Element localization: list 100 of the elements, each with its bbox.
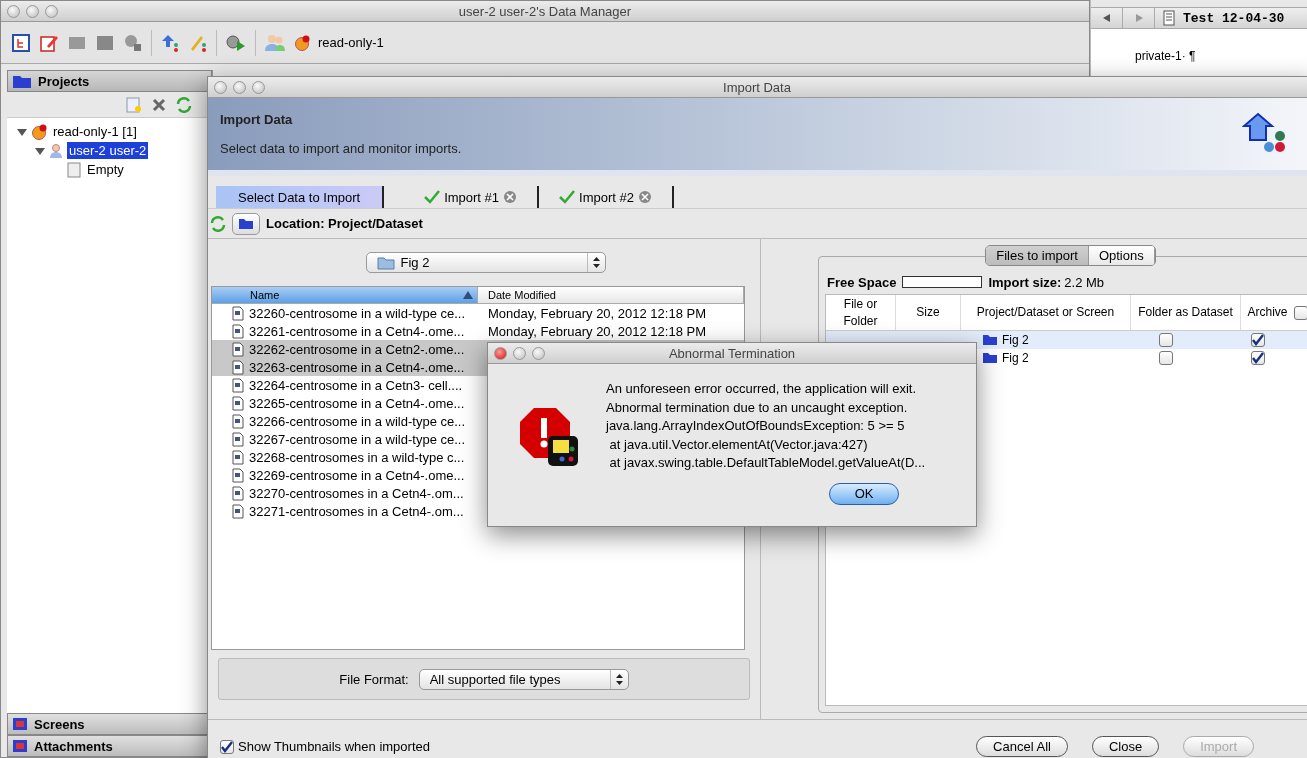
tree-item[interactable]: user-2 user-2	[67, 142, 149, 159]
header-title: Import Data	[220, 112, 294, 127]
project-name: Fig 2	[1002, 351, 1029, 365]
import-size: 2.2 Mb	[1064, 274, 1105, 290]
segment-tab[interactable]: Options	[1088, 246, 1155, 265]
file-name: 32262-centrosome in a Cetn2-.ome...	[249, 341, 465, 357]
column-header[interactable]: Project/Dataset or Screen	[961, 295, 1131, 330]
column-header[interactable]: Size	[896, 295, 961, 330]
file-name: 32263-centrosome in a Cetn4-.ome...	[249, 359, 465, 375]
refresh-icon[interactable]	[210, 215, 226, 232]
panel-icon	[12, 717, 28, 731]
dialog-button[interactable]: Close	[1091, 736, 1160, 757]
file-icon	[232, 467, 244, 483]
archive-checkbox[interactable]	[1251, 333, 1265, 347]
close-button[interactable]	[214, 80, 227, 94]
group-icon	[31, 123, 47, 140]
file-icon	[232, 359, 244, 375]
location-label: Location: Project/Dataset	[266, 216, 423, 231]
column-header[interactable]: File or Folder	[826, 295, 896, 330]
close-button[interactable]	[494, 346, 507, 360]
folder-button[interactable]	[232, 212, 260, 235]
tree-view-icon[interactable]	[11, 32, 31, 53]
header-subtitle: Select data to import and monitor imports.	[220, 141, 463, 156]
right-arrow-icon	[1134, 14, 1143, 22]
delete-icon[interactable]	[152, 97, 166, 112]
folder-as-dataset-checkbox[interactable]	[1159, 351, 1173, 365]
close-icon[interactable]	[503, 190, 518, 204]
folder-as-dataset-checkbox[interactable]	[1159, 333, 1173, 347]
zoom-button[interactable]	[252, 80, 265, 94]
expanded-triangle-icon[interactable]	[35, 145, 45, 156]
panel-icon	[12, 739, 28, 753]
column-header[interactable]: Folder as Dataset	[1131, 295, 1241, 330]
expanded-triangle-icon[interactable]	[17, 126, 27, 137]
tab[interactable]: Import #2	[539, 186, 674, 208]
file-icon	[232, 305, 244, 321]
file-icon	[232, 485, 244, 501]
sort-arrow-icon	[463, 291, 473, 299]
file-icon	[232, 395, 244, 411]
column-header[interactable]: Date Modified	[478, 287, 744, 303]
error-message: Abnormal termination due to an uncaught exception.	[606, 398, 909, 417]
folder-icon	[376, 255, 395, 270]
person-icon	[49, 142, 63, 159]
file-format-label: File Format:	[339, 671, 409, 687]
file-icon	[232, 413, 244, 429]
file-name: 32264-centrosome in a Cetn3- cell....	[249, 377, 463, 393]
tab[interactable]: Import #1	[404, 186, 540, 208]
column-header[interactable]: Name	[212, 287, 478, 303]
file-name: 32270-centrosomes in a Cetn4-.om...	[249, 485, 464, 501]
dialog-button[interactable]: Cancel All	[976, 736, 1068, 757]
zoom-button[interactable]	[45, 4, 58, 18]
minimize-button[interactable]	[513, 346, 526, 360]
panel-title: Projects	[38, 73, 90, 89]
gear-play-icon[interactable]	[225, 32, 247, 53]
file-name: 32271-centrosomes in a Cetn4-.om...	[249, 503, 464, 519]
tab[interactable]: Select Data to Import	[216, 186, 385, 208]
document-icon	[1163, 10, 1175, 26]
group-label[interactable]: read-only-1	[318, 35, 384, 50]
file-row[interactable]: 32260-centrosome in a wild-type ce... Monday, February 20, 2012 12:18 PM	[212, 304, 744, 322]
window-title: Import Data	[722, 79, 792, 95]
error-message: at javax.swing.table.DefaultTableModel.getValueAt(D...	[608, 454, 926, 472]
minimize-button[interactable]	[233, 80, 246, 94]
file-format-dropdown[interactable]: All supported file types	[418, 668, 629, 690]
thumbnails-checkbox[interactable]	[220, 739, 234, 754]
zoom-button[interactable]	[532, 346, 545, 360]
project-name: Fig 2	[1002, 333, 1029, 347]
close-icon[interactable]	[637, 190, 652, 204]
ok-button[interactable]: OK	[829, 482, 900, 505]
file-icon	[232, 449, 244, 465]
upload-icon[interactable]	[160, 32, 180, 53]
archive-all-checkbox[interactable]	[1293, 305, 1307, 320]
tree-item[interactable]: read-only-1 [1]	[51, 123, 139, 140]
checkbox-label: Show Thumbnails when imported	[238, 739, 430, 754]
folder-icon	[238, 217, 254, 230]
tree-item[interactable]: Empty	[85, 161, 126, 178]
error-message: An unforeseen error occurred, the application will exit.	[606, 380, 917, 398]
file-name: 32261-centrosome in a Cetn4-.ome...	[249, 323, 465, 339]
checkmark-icon	[559, 190, 576, 204]
folder-dropdown[interactable]: Fig 2	[365, 252, 606, 273]
error-message: at java.util.Vector.elementAt(Vector.java:427)	[608, 435, 869, 454]
segment-tab[interactable]: Files to import	[986, 246, 1089, 265]
file-icon	[232, 503, 244, 519]
checkmark-icon	[424, 190, 441, 204]
archive-checkbox[interactable]	[1251, 351, 1265, 365]
column-header[interactable]: Archive	[1241, 295, 1307, 330]
file-date: Monday, February 20, 2012 12:18 PM	[487, 323, 706, 339]
minimize-button[interactable]	[26, 4, 39, 18]
close-button[interactable]	[7, 4, 20, 18]
file-name: 32266-centrosome in a wild-type ce...	[249, 413, 466, 429]
file-icon	[232, 341, 244, 357]
folder-icon	[982, 352, 998, 364]
group-icon	[294, 34, 310, 51]
free-space-label: Free Space	[827, 274, 897, 290]
file-row[interactable]: 32261-centrosome in a Cetn4-.ome... Monday, February 20, 2012 12:18 PM	[212, 322, 744, 340]
window-title: user-2 user-2's Data Manager	[457, 3, 633, 19]
dataset-icon	[67, 161, 81, 178]
refresh-icon[interactable]	[176, 96, 192, 113]
file-name: 32265-centrosome in a Cetn4-.ome...	[249, 395, 465, 411]
error-icon	[518, 406, 580, 468]
document-text: private-1· ¶	[1135, 49, 1197, 63]
panel-title[interactable]: Screens	[34, 716, 85, 732]
